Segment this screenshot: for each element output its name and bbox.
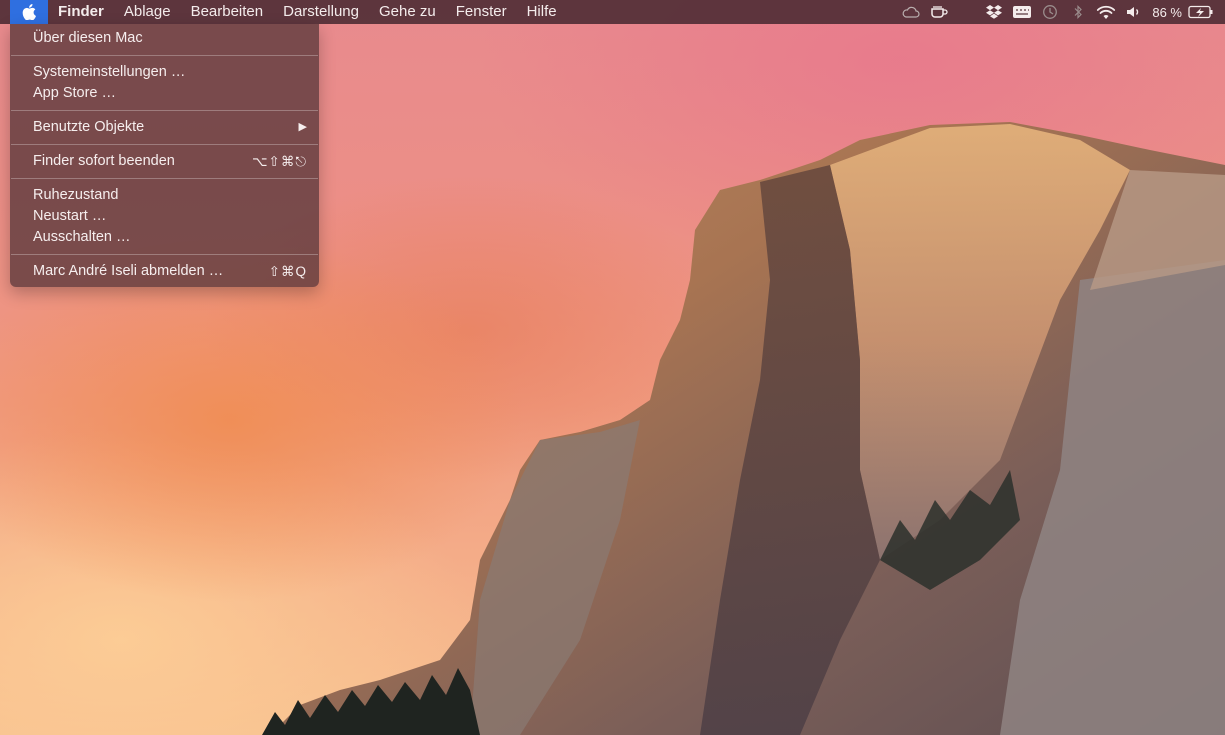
menu-item-shut-down[interactable]: Ausschalten … [10, 227, 319, 248]
status-area: 86 % [897, 0, 1225, 24]
menu-gehe-zu[interactable]: Gehe zu [369, 0, 446, 24]
menu-item-label: Über diesen Mac [33, 30, 143, 46]
menu-item-restart[interactable]: Neustart … [10, 206, 319, 227]
menu-item-app-store[interactable]: App Store … [10, 83, 319, 104]
cup-icon[interactable] [928, 0, 950, 24]
menu-item-label: Finder sofort beenden [33, 153, 175, 169]
menu-item-log-out[interactable]: Marc André Iseli abmelden … ⇧⌘Q [10, 261, 319, 282]
cloud-icon[interactable] [900, 0, 922, 24]
apple-menu-button[interactable] [10, 0, 48, 24]
menu-hilfe[interactable]: Hilfe [517, 0, 567, 24]
menu-item-about-this-mac[interactable]: Über diesen Mac [10, 28, 319, 49]
menu-finder[interactable]: Finder [48, 0, 114, 24]
menu-item-label: App Store … [33, 85, 117, 101]
menu-item-label: Ausschalten … [33, 229, 131, 245]
volume-icon[interactable] [1123, 0, 1145, 24]
apple-logo-icon [22, 4, 36, 20]
menu-item-label: Systemeinstellungen … [33, 64, 186, 80]
menu-ablage[interactable]: Ablage [114, 0, 181, 24]
menu-item-sleep[interactable]: Ruhezustand [10, 185, 319, 206]
apple-menu-dropdown: Über diesen Mac Systemeinstellungen … Ap… [10, 24, 319, 287]
menu-item-label: Ruhezustand [33, 187, 119, 203]
menu-item-force-quit-finder[interactable]: Finder sofort beenden ⌥⇧⌘⎋ [10, 151, 319, 172]
menu-bearbeiten[interactable]: Bearbeiten [181, 0, 274, 24]
menu-fenster[interactable]: Fenster [446, 0, 517, 24]
menu-item-label: Neustart … [33, 208, 107, 224]
menu-separator [11, 144, 318, 145]
menu-separator [11, 110, 318, 111]
keyboard-shortcut: ⌥⇧⌘⎋ [251, 154, 307, 169]
menu-item-label: Benutzte Objekte [33, 119, 145, 135]
menu-separator [11, 254, 318, 255]
bluetooth-icon[interactable] [1067, 0, 1089, 24]
keyboard-shortcut: ⇧⌘Q [268, 264, 307, 279]
menu-item-label: Marc André Iseli abmelden … [33, 263, 224, 279]
menu-item-recent-items[interactable]: Benutzte Objekte ▶ [10, 117, 319, 138]
menu-separator [11, 55, 318, 56]
submenu-arrow-icon: ▶ [298, 121, 307, 133]
desktop: Finder Ablage Bearbeiten Darstellung Geh… [0, 0, 1225, 735]
menu-item-system-preferences[interactable]: Systemeinstellungen … [10, 62, 319, 83]
menu-darstellung[interactable]: Darstellung [273, 0, 369, 24]
dropbox-icon[interactable] [983, 0, 1005, 24]
menu-separator [11, 178, 318, 179]
battery-charging-icon[interactable] [1187, 0, 1215, 24]
wifi-icon[interactable] [1095, 0, 1117, 24]
time-machine-icon[interactable] [1039, 0, 1061, 24]
keyboard-icon[interactable] [1011, 0, 1033, 24]
menu-bar: Finder Ablage Bearbeiten Darstellung Geh… [0, 0, 1225, 24]
battery-percentage[interactable]: 86 % [1152, 5, 1182, 20]
